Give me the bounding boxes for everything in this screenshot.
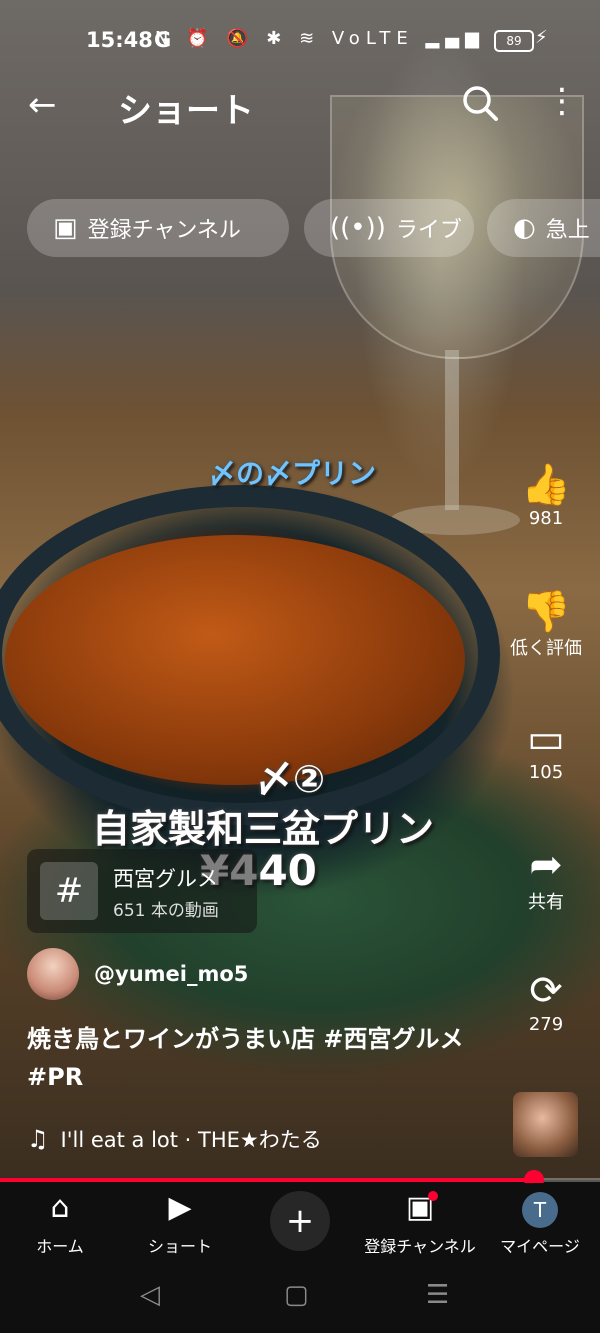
music-row[interactable]: ♫ I'll eat a lot · THE★わたる xyxy=(27,1124,322,1154)
trending-icon: ◐ xyxy=(513,213,536,243)
nav-subscriptions[interactable]: ▣ 登録チャンネル xyxy=(360,1183,480,1257)
notification-dot xyxy=(428,1191,438,1201)
remix-icon: ⟳ xyxy=(529,968,563,1014)
chip-label: 急上 xyxy=(545,218,590,243)
share-label: 共有 xyxy=(528,892,564,913)
charging-icon: ⚡ xyxy=(535,27,548,48)
nav-label: ホーム xyxy=(36,1237,84,1256)
dislike-label: 低く評価 xyxy=(510,638,582,659)
hashtag-chip[interactable]: # 西宮グルメ 651 本の動画 xyxy=(27,849,257,933)
like-count: 981 xyxy=(528,508,564,529)
system-back-icon[interactable]: ◁ xyxy=(140,1280,160,1310)
share-icon: ➦ xyxy=(529,842,563,888)
channel-avatar[interactable] xyxy=(27,948,79,1000)
status-time: 15:48 xyxy=(86,28,153,52)
channel-handle[interactable]: @yumei_mo5 xyxy=(94,962,248,986)
nav-label: マイページ xyxy=(500,1237,580,1256)
nav-label: 登録チャンネル xyxy=(364,1237,476,1256)
hashtag-icon: # xyxy=(40,862,98,920)
status-bar: 15:48 G N ⏰ 🔕 ✱ ≋ VoLTE ▂▄▆ 89 ⚡ xyxy=(0,0,600,80)
hashtag-name: 西宮グルメ xyxy=(113,867,218,891)
chip-label: ライブ xyxy=(395,218,462,243)
comment-icon: ▭ xyxy=(527,716,565,762)
subscriptions-icon: ▣ xyxy=(405,1190,435,1225)
plus-icon: + xyxy=(285,1201,315,1241)
search-icon[interactable] xyxy=(460,83,500,123)
thumbs-up-icon: 👍 xyxy=(521,462,571,508)
pudding-image xyxy=(5,535,465,785)
home-icon: ⌂ xyxy=(50,1190,70,1225)
system-nav: ◁ ▢ ☰ xyxy=(0,1268,600,1333)
comments-button[interactable]: ▭ 105 xyxy=(506,716,586,783)
sound-thumbnail[interactable] xyxy=(513,1092,578,1157)
top-bar: ← ショート ⋮ xyxy=(0,75,600,140)
status-icons: N ⏰ 🔕 ✱ ≋ VoLTE ▂▄▆ xyxy=(154,28,485,49)
progress-bar[interactable] xyxy=(0,1170,600,1190)
chip-subscriptions[interactable]: ▣ 登録チャンネル xyxy=(27,199,289,257)
nav-home[interactable]: ⌂ ホーム xyxy=(0,1183,120,1257)
more-vert-icon[interactable]: ⋮ xyxy=(545,81,579,121)
chip-trending[interactable]: ◐ 急上 xyxy=(487,199,600,257)
video-caption[interactable]: 焼き鳥とワインがうまい店 #西宮グルメ #PR xyxy=(27,1020,497,1096)
music-note-icon: ♫ xyxy=(27,1125,49,1153)
dislike-button[interactable]: 👍 低く評価 xyxy=(506,588,586,660)
back-arrow-icon[interactable]: ← xyxy=(28,85,57,125)
nav-mypage[interactable]: T マイページ xyxy=(480,1183,600,1257)
wine-glass-stem xyxy=(445,350,459,510)
remix-count: 279 xyxy=(528,1014,564,1035)
share-button[interactable]: ➦ 共有 xyxy=(506,842,586,914)
shorts-icon: ▶ xyxy=(168,1190,192,1225)
video-text-line3: 自家製和三盆プリン xyxy=(92,807,435,851)
chip-live[interactable]: ((•)) ライブ xyxy=(304,199,474,257)
remix-button[interactable]: ⟳ 279 xyxy=(506,968,586,1035)
create-button[interactable]: + xyxy=(270,1191,330,1251)
nav-label: ショート xyxy=(147,1237,212,1256)
comment-count: 105 xyxy=(528,762,564,783)
page-title: ショート xyxy=(118,91,254,131)
system-home-icon[interactable]: ▢ xyxy=(284,1280,309,1310)
battery-icon: 89 xyxy=(494,30,534,52)
music-track: I'll eat a lot · THE★わたる xyxy=(60,1128,322,1152)
hashtag-video-count: 651 本の動画 xyxy=(113,901,219,921)
category-chips: ▣ 登録チャンネル ((•)) ライブ ◐ 急上 xyxy=(27,199,600,259)
live-icon: ((•)) xyxy=(330,213,386,243)
nav-shorts[interactable]: ▶ ショート xyxy=(120,1183,240,1257)
subscriptions-icon: ▣ xyxy=(53,213,78,243)
progress-fill xyxy=(0,1178,534,1182)
thumbs-down-icon: 👍 xyxy=(521,588,571,634)
account-avatar: T xyxy=(522,1192,558,1228)
video-text-line1: 〆の〆プリン xyxy=(208,457,377,490)
bottom-nav: ⌂ ホーム ▶ ショート + ▣ 登録チャンネル T マイページ xyxy=(0,1183,600,1268)
video-text-line2: 〆② xyxy=(255,757,326,801)
system-menu-icon[interactable]: ☰ xyxy=(426,1280,449,1310)
chip-label: 登録チャンネル xyxy=(87,218,241,243)
like-button[interactable]: 👍 981 xyxy=(506,462,586,529)
